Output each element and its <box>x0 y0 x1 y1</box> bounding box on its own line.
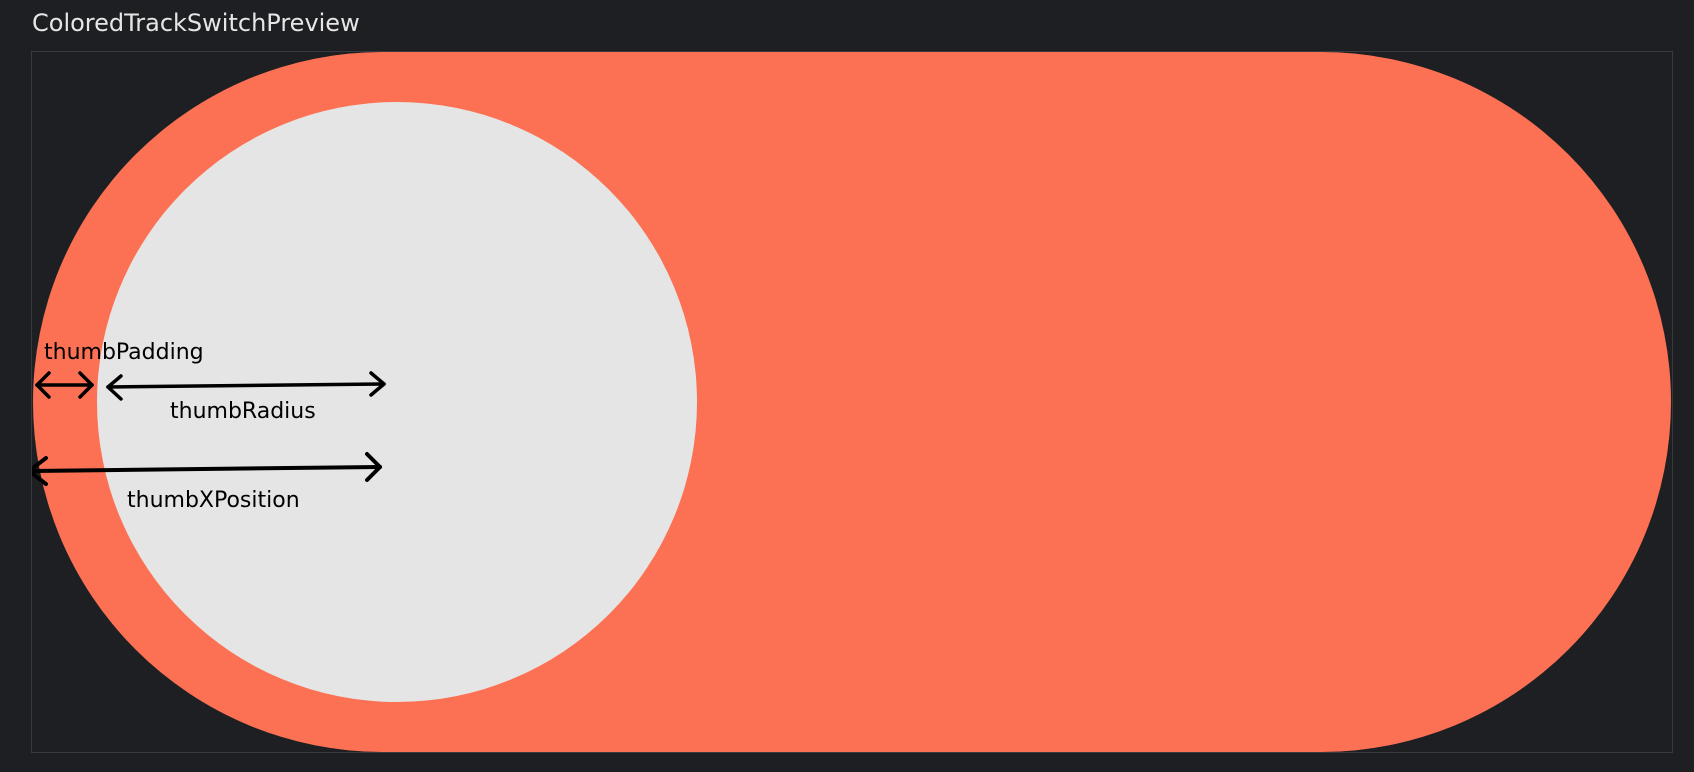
thumb-x-position-label: thumbXPosition <box>127 488 300 513</box>
thumb-radius-label: thumbRadius <box>170 399 316 424</box>
preview-frame: thumbPadding thumbRadius thumbXPosition <box>31 51 1673 753</box>
switch-canvas: thumbPadding thumbRadius thumbXPosition <box>32 52 1671 752</box>
thumb-padding-label: thumbPadding <box>44 340 204 365</box>
preview-title: ColoredTrackSwitchPreview <box>32 9 360 37</box>
